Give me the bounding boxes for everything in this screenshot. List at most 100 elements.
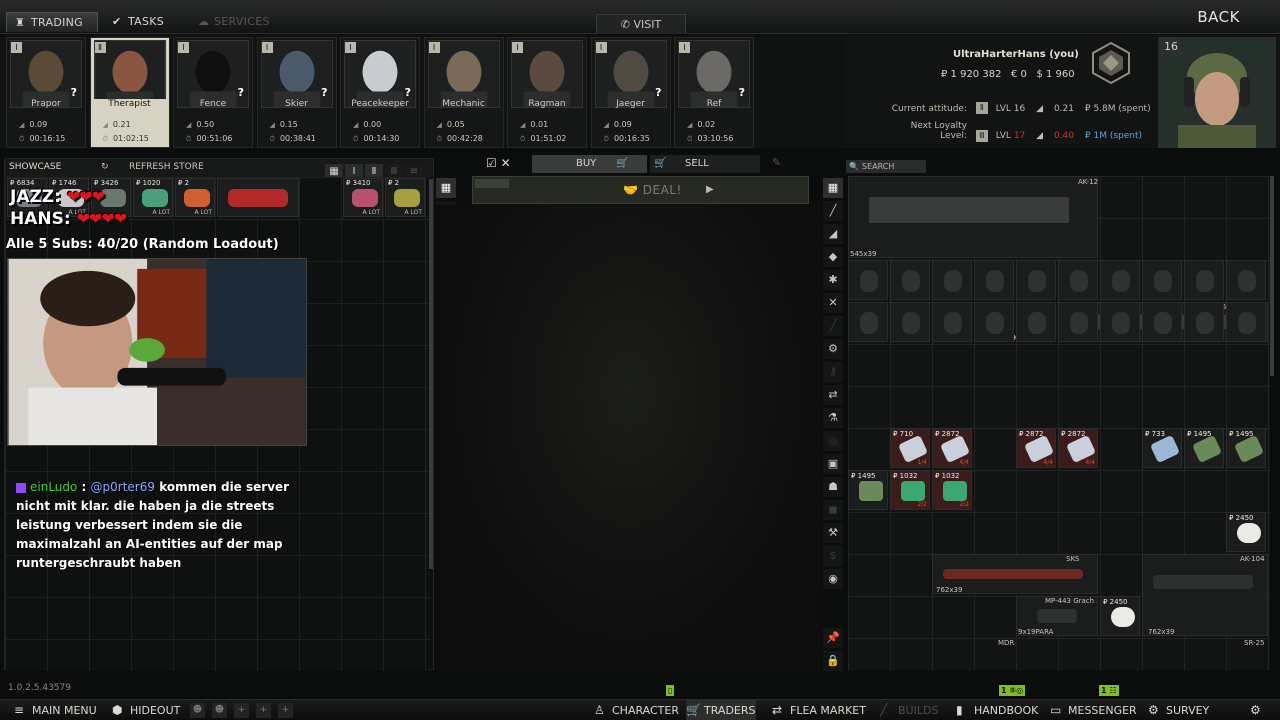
priced-item[interactable]: ₽ 1495 [1184,428,1224,468]
weapon-ak12[interactable] [848,176,1098,258]
showcase-item[interactable]: ₽ 2 A LOT [175,178,215,217]
add-icon-3[interactable]: + [278,703,293,718]
ammo-item[interactable] [1226,260,1266,300]
stock-quest-icon[interactable]: ◉ [823,569,843,589]
stock-mods-icon[interactable]: ✕ [823,293,843,313]
stock-currency-icon[interactable]: $ [823,546,843,566]
trader-card[interactable]: Ⅱ Therapist ◢ 0.21 ⏱ 01:02:15 [89,37,170,148]
ammo-item[interactable] [1058,302,1098,342]
group-icon-1[interactable]: ☻ [190,703,205,718]
clear-icon[interactable]: ✎ [772,156,781,169]
trader-card[interactable]: Ⅰ? Fence ◢ 0.50 ⏱ 00:51:06 [173,37,253,148]
survey-button[interactable]: ⚙ SURVEY [1148,700,1209,720]
ammo-item[interactable] [1226,302,1266,342]
ammo-item[interactable] [932,302,972,342]
stock-provisions-icon[interactable]: ⚗ [823,408,843,428]
stock-all-icon[interactable]: ▦ [823,178,843,198]
showcase-tab[interactable]: SHOWCASE [9,162,61,172]
stock-rig-icon[interactable]: ☗ [823,477,843,497]
trader-card[interactable]: Ⅰ Mechanic ◢ 0.05 ⏱ 00:42:28 [423,37,504,148]
ammo-item[interactable] [974,302,1014,342]
stock-tools-icon[interactable]: ⚒ [823,523,843,543]
settings-button[interactable]: ⚙ [1250,700,1268,720]
ammo-item[interactable] [1184,260,1224,300]
ammo-item[interactable] [1142,260,1182,300]
tab-services[interactable]: ☁ SERVICES [190,12,280,32]
trader-card[interactable]: Ⅰ Ragman ◢ 0.01 ⏱ 01:51:02 [507,37,587,148]
ammo-item[interactable] [974,260,1014,300]
sell-tab[interactable]: 🛒 SELL [650,155,760,173]
showcase-item[interactable]: ₽ 2 A LOT [385,178,425,217]
character-button[interactable]: ♙ CHARACTER [594,700,679,720]
ammo-item[interactable] [1016,302,1056,342]
builds-button[interactable]: ╱ BUILDS [880,700,938,720]
buy-tab[interactable]: BUY 🛒 [532,155,647,173]
priced-item[interactable]: ₽ 2872 4/4 [932,428,972,468]
search-input[interactable]: 🔍 SEARCH [846,160,926,173]
ammo-item[interactable] [1016,260,1056,300]
add-icon-2[interactable]: + [256,703,271,718]
stock-misc-icon[interactable]: ╱ [823,316,843,336]
priced-item[interactable]: ₽ 1495 [848,470,888,510]
trader-card[interactable]: Ⅰ? Ref ◢ 0.02 ⏱ 03:10:56 [674,37,754,148]
pin-icon[interactable]: 📌 [823,628,843,648]
ammo-item[interactable] [1058,260,1098,300]
ammo-item[interactable] [890,302,930,342]
showcase-item[interactable]: ₽ 1020 A LOT [133,178,173,217]
priced-item[interactable]: ₽ 1032 2/2 [890,470,930,510]
weapon-ak104[interactable] [1142,554,1268,636]
stock-special-icon[interactable]: ◼ [823,500,843,520]
ammo-item[interactable] [848,302,888,342]
priced-item[interactable]: ₽ 2872 4/4 [1058,428,1098,468]
stock-keys-icon[interactable]: ⚷ [823,362,843,382]
trader-stock-grid[interactable]: AK-12545x39VPD-215 Gornostay366TKM₽ 7101… [848,176,1270,670]
deal-button[interactable]: 🤝 DEAL! [623,183,682,197]
group-icon-2[interactable]: ☻ [212,703,227,718]
priced-item[interactable]: ₽ 1032 2/2 [932,470,972,510]
tab-trading[interactable]: ♜ TRADING [6,12,98,32]
all-items-icon[interactable]: ▦ [436,178,456,198]
trader-card[interactable]: Ⅰ? Prapor ◢ 0.09 ⏱ 00:16:15 [6,37,86,148]
priced-item[interactable]: ₽ 2872 4/4 [1016,428,1056,468]
priced-item[interactable]: ₽ 2450 [1100,596,1140,636]
stock-container-icon[interactable]: ◎ [823,431,843,451]
ammo-item[interactable] [1100,260,1140,300]
stock-weapons-icon[interactable]: ╱ [823,201,843,221]
trader-card[interactable]: Ⅰ? Skier ◢ 0.15 ⏱ 00:38:41 [256,37,337,148]
handbook-button[interactable]: ▮ HANDBOOK [956,700,1038,720]
stock-medical-icon[interactable]: ✱ [823,270,843,290]
trader-card[interactable]: Ⅰ? Jaeger ◢ 0.09 ⏱ 00:16:35 [590,37,671,148]
visit-tab[interactable]: ✆ VISIT [596,14,686,34]
ammo-item[interactable] [890,260,930,300]
ammo-item[interactable] [1100,302,1140,342]
priced-item[interactable]: ₽ 2450 [1226,512,1266,552]
main-menu-button[interactable]: ≡ MAIN MENU [14,700,97,720]
trader-card[interactable]: Ⅰ? Peacekeeper ◢ 0.00 ⏱ 00:14:30 [340,37,420,148]
ammo-item[interactable] [848,260,888,300]
messenger-button[interactable]: ▭ MESSENGER [1050,700,1137,720]
back-button[interactable]: BACK [1197,8,1240,26]
priced-item[interactable]: ₽ 733 [1142,428,1182,468]
lock-icon[interactable]: 🔒 [823,651,843,671]
select-all-icon[interactable]: ☑ ✕ [486,156,522,172]
stock-gear-icon[interactable]: ⚙ [823,339,843,359]
stock-scrollbar[interactable] [1270,176,1274,376]
showcase-item[interactable]: ₽ 3410 A LOT [343,178,383,217]
stock-barter-icon[interactable]: ⇄ [823,385,843,405]
showcase-item[interactable] [217,178,299,217]
add-icon-1[interactable]: + [234,703,249,718]
ammo-item[interactable] [932,260,972,300]
priced-item[interactable]: ₽ 1495 [1226,428,1266,468]
showcase-scrollbar[interactable] [429,179,433,569]
hideout-button[interactable]: ⬢ HIDEOUT [112,700,180,720]
stock-ammo-icon[interactable]: ◆ [823,247,843,267]
refresh-store-button[interactable]: ↻ REFRESH STORE [101,162,204,172]
stock-bag-icon[interactable]: ▣ [823,454,843,474]
flea-market-button[interactable]: ⇄ FLEA MARKET [772,700,866,720]
ammo-item[interactable] [1142,302,1182,342]
traders-button[interactable]: 🛒 TRADERS [686,700,756,720]
priced-item[interactable]: ₽ 710 1/4 [890,428,930,468]
ammo-item[interactable] [1184,302,1224,342]
stock-knives-icon[interactable]: ◢ [823,224,843,244]
tab-tasks[interactable]: ✔ TASKS [104,12,184,32]
